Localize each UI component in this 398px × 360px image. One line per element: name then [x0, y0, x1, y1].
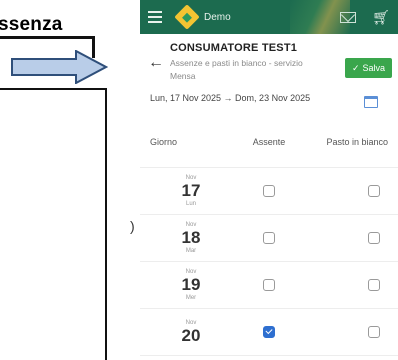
table-header: Giorno Assente Pasto in bianco — [140, 126, 398, 168]
annotation-label: ssenza — [0, 14, 63, 35]
plain-meal-checkbox[interactable] — [368, 279, 380, 291]
page-header: ← CONSUMATORE TEST1 Assenze e pasti in b… — [140, 34, 398, 90]
day-number: 17 — [181, 181, 201, 200]
date-range-text: Lun, 17 Nov 2025 → Dom, 23 Nov 2025 — [150, 93, 311, 103]
annotation-frame — [0, 88, 107, 360]
brand-logo-icon — [174, 4, 200, 30]
absent-checkbox[interactable] — [263, 279, 275, 291]
table-row: Nov 17 Lun — [140, 168, 398, 215]
day-number: 18 — [181, 228, 201, 247]
day-weekday: Mar — [185, 248, 197, 254]
save-button-label: Salva — [362, 63, 385, 73]
column-header-plain-meal: Pasto in bianco — [326, 137, 388, 147]
day-cell: Nov 19 Mer — [150, 268, 208, 302]
absent-checkbox[interactable] — [263, 185, 275, 197]
calendar-icon[interactable] — [364, 96, 378, 108]
brand-name: Demo — [204, 11, 231, 23]
table-row: Nov 20 — [140, 309, 398, 356]
cart-icon[interactable]: 🛒︎ — [372, 9, 390, 26]
day-cell: Nov 18 Mar — [150, 221, 208, 255]
day-cell: Nov 17 Lun — [150, 174, 208, 208]
absent-checkbox[interactable] — [263, 232, 275, 244]
plain-meal-checkbox[interactable] — [368, 232, 380, 244]
back-arrow-icon[interactable]: ← — [148, 54, 170, 90]
column-header-day: Giorno — [150, 137, 178, 147]
day-list: Nov 17 Lun Nov 18 Mar Nov 19 Mer Nov 20 — [140, 168, 398, 356]
hamburger-menu-icon[interactable] — [148, 11, 162, 23]
table-row: Nov 18 Mar — [140, 215, 398, 262]
stray-glyph: ) — [130, 218, 135, 234]
plain-meal-checkbox[interactable] — [368, 326, 380, 338]
save-button[interactable]: ✓ Salva — [344, 58, 392, 78]
column-header-absent: Assente — [252, 137, 286, 147]
day-number: 19 — [181, 275, 201, 294]
annotation-arrow-icon — [11, 50, 108, 84]
phone-screen: Demo 🛒︎ ← CONSUMATORE TEST1 Assenze e pa… — [140, 0, 398, 360]
day-cell: Nov 20 — [150, 319, 208, 345]
date-range-row: Lun, 17 Nov 2025 → Dom, 23 Nov 2025 — [140, 90, 398, 126]
absent-checkbox[interactable] — [263, 326, 275, 338]
annotation-connector-line — [0, 36, 94, 39]
page-title: CONSUMATORE TEST1 — [170, 42, 298, 54]
day-weekday: Lun — [185, 201, 196, 207]
mail-icon[interactable] — [340, 11, 357, 23]
app-top-bar: Demo 🛒︎ — [140, 0, 398, 34]
day-number: 20 — [181, 326, 201, 345]
plain-meal-checkbox[interactable] — [368, 185, 380, 197]
check-icon: ✓ — [351, 62, 360, 73]
day-weekday: Mer — [185, 295, 197, 301]
table-row: Nov 19 Mer — [140, 262, 398, 309]
page-subtitle: Assenze e pasti in bianco - servizio Men… — [170, 58, 303, 81]
